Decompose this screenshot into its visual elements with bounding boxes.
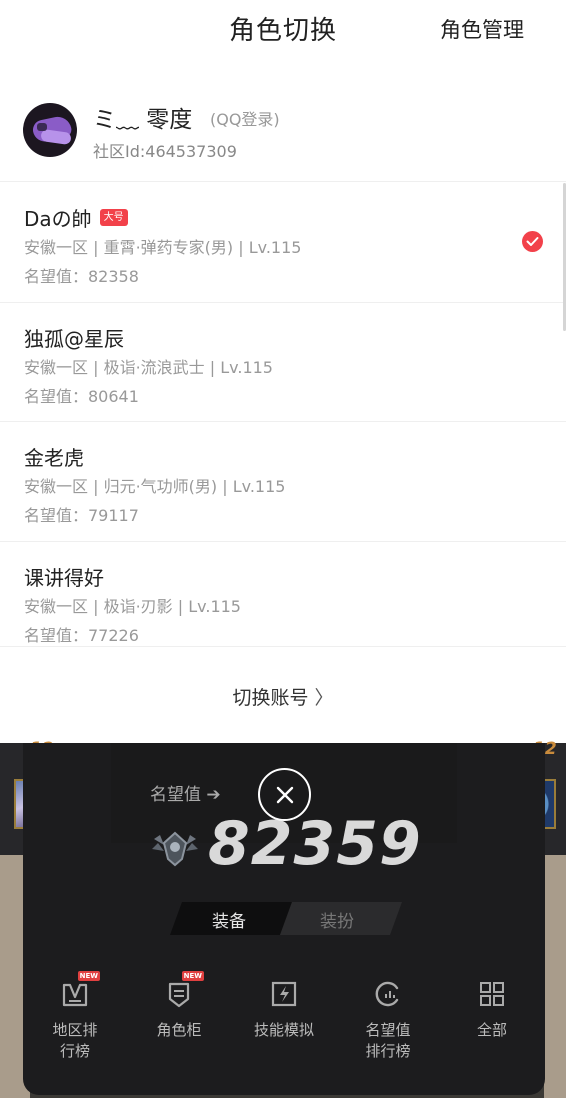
tab-equipment[interactable]: 装备 bbox=[212, 907, 246, 932]
menu-item-fame-ranking[interactable]: 名望值 排行榜 bbox=[338, 979, 438, 1062]
role-info: 安徽一区 | 极诣·流浪武士 | Lv.115 bbox=[24, 357, 273, 377]
role-item[interactable]: 课讲得好 安徽一区 | 极诣·刃影 | Lv.115 名望值：77226 bbox=[0, 542, 566, 646]
menu-label: 技能模拟 bbox=[253, 1021, 314, 1039]
role-fame: 名望值：80641 bbox=[24, 386, 139, 406]
community-id: 社区Id:464537309 bbox=[93, 142, 237, 161]
feature-menu: NEW 地区排 行榜 NEW 角色柜 技能模拟 名望值 排行榜 全部 bbox=[23, 971, 545, 1069]
role-switch-sheet: 角色切换 角色管理 ミ﹏ 零度 (QQ登录) 社区Id:464537309 Da… bbox=[0, 0, 566, 743]
role-fame: 名望值：82358 bbox=[24, 267, 139, 286]
menu-item-all[interactable]: 全部 bbox=[442, 979, 542, 1041]
account-info: ミ﹏ 零度 (QQ登录) 社区Id:464537309 bbox=[0, 84, 566, 182]
role-name: 课讲得好 bbox=[24, 565, 104, 590]
account-name: ミ﹏ 零度 bbox=[93, 107, 193, 133]
selected-check-icon bbox=[522, 231, 543, 252]
role-name: 金老虎 bbox=[24, 446, 84, 470]
role-item[interactable]: 金老虎 安徽一区 | 归元·气功师(男) | Lv.115 名望值：79117 bbox=[0, 422, 566, 542]
menu-label: 名望值 bbox=[365, 1021, 411, 1039]
menu-label: 角色柜 bbox=[156, 1021, 202, 1039]
game-background: 12 鞋 宠物 12 石 称号 名望值 ➔ 82359 装备 装扮 NEW 地区… bbox=[0, 739, 566, 1098]
fame-value: 82359 bbox=[208, 809, 422, 879]
tab-appearance[interactable]: 装扮 bbox=[320, 907, 354, 932]
menu-item-region-ranking[interactable]: NEW 地区排行榜 bbox=[25, 971, 125, 1062]
role-manage-button[interactable]: 角色管理 bbox=[440, 14, 524, 44]
close-button[interactable] bbox=[258, 768, 311, 821]
menu-label-line2: 行榜 bbox=[59, 1042, 90, 1060]
role-list: Daの帥 大号 安徽一区 | 重霄·弹药专家(男) | Lv.115 名望值：8… bbox=[0, 183, 566, 645]
role-fame: 名望值：77226 bbox=[24, 625, 139, 645]
panel-tabs bbox=[169, 902, 403, 935]
header: 角色切换 角色管理 bbox=[0, 0, 566, 62]
new-badge: NEW bbox=[181, 971, 204, 981]
role-fame: 名望值：79117 bbox=[24, 506, 139, 525]
role-item[interactable]: Daの帥 大号 安徽一区 | 重霄·弹药专家(男) | Lv.115 名望值：8… bbox=[0, 183, 566, 303]
fame-emblem-icon bbox=[150, 829, 200, 869]
main-role-badge: 大号 bbox=[99, 209, 128, 226]
menu-label: 全部 bbox=[476, 1021, 507, 1039]
role-name: 独孤@星辰 bbox=[24, 326, 124, 351]
menu-label-line2: 排行榜 bbox=[365, 1042, 411, 1060]
role-info: 安徽一区 | 重霄·弹药专家(男) | Lv.115 bbox=[24, 238, 302, 257]
role-item[interactable]: 独孤@星辰 安徽一区 | 极诣·流浪武士 | Lv.115 名望值：80641 bbox=[0, 303, 566, 422]
menu-label: 地区排 bbox=[52, 1021, 98, 1039]
skill-icon bbox=[269, 979, 299, 1009]
switch-account-button[interactable]: 切换账号〉 bbox=[0, 646, 566, 743]
fame-rank-icon bbox=[373, 979, 403, 1009]
switch-account-label: 切换账号 bbox=[232, 687, 309, 709]
menu-item-role-cabinet[interactable]: NEW 角色柜 bbox=[129, 971, 229, 1041]
cabinet-icon: NEW bbox=[164, 971, 204, 1009]
chevron-right-icon: 〉 bbox=[314, 687, 334, 709]
fame-label[interactable]: 名望值 ➔ bbox=[150, 780, 221, 805]
login-type: (QQ登录) bbox=[210, 110, 280, 129]
role-info: 安徽一区 | 归元·气功师(男) | Lv.115 bbox=[24, 477, 286, 496]
menu-item-skill-sim[interactable]: 技能模拟 bbox=[234, 979, 334, 1041]
ranking-icon: NEW bbox=[60, 971, 100, 1009]
role-info: 安徽一区 | 极诣·刃影 | Lv.115 bbox=[24, 596, 241, 616]
grid-icon bbox=[477, 979, 507, 1009]
avatar bbox=[23, 103, 77, 157]
role-name: Daの帥 bbox=[24, 207, 92, 231]
new-badge: NEW bbox=[77, 971, 100, 981]
